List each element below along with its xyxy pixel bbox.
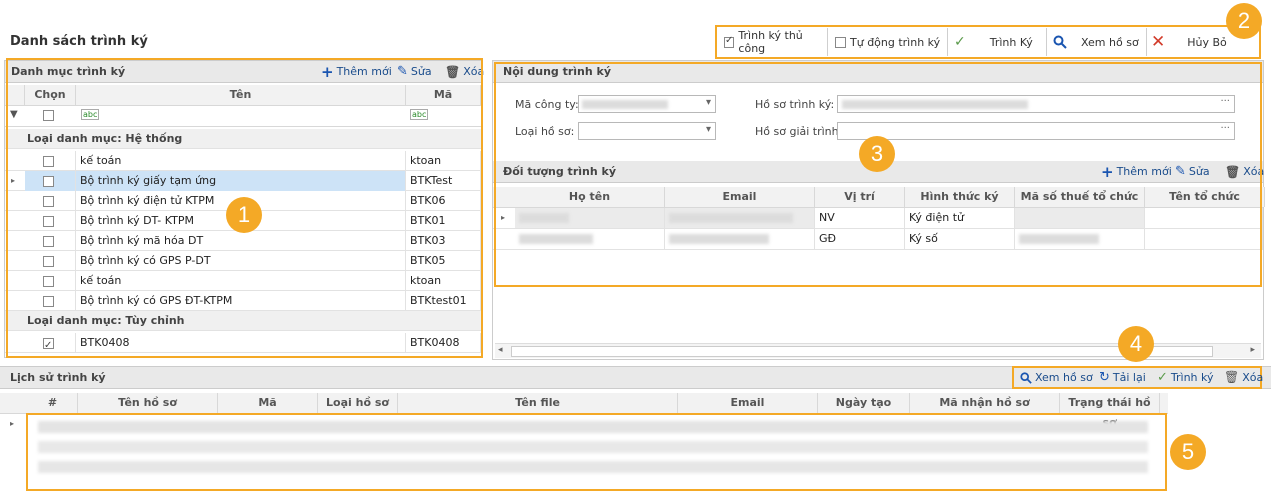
history-column[interactable]: # [28, 393, 78, 413]
search-icon [1020, 371, 1032, 384]
search-icon [1053, 35, 1067, 49]
auto-sign-toggle[interactable]: Tự động trình ký [835, 28, 948, 56]
history-reload-button[interactable]: ↻ Tải lại [1099, 370, 1146, 385]
highlight-5 [26, 413, 1167, 491]
history-column[interactable]: Tên hồ sơ [78, 393, 218, 413]
history-column[interactable]: Ngày tạo [818, 393, 910, 413]
history-view-button[interactable]: Xem hồ sơ [1020, 371, 1093, 384]
badge-5: 5 [1170, 434, 1206, 470]
history-column[interactable]: Trạng thái hồ sơ [1060, 393, 1160, 429]
history-column[interactable]: Loại hồ sơ [318, 393, 398, 413]
badge-2: 2 [1226, 3, 1262, 39]
auto-sign-checkbox[interactable] [835, 36, 846, 48]
row-indicator-icon: ▸ [10, 419, 15, 428]
history-sign-button[interactable]: ✓ Trình ký [1157, 370, 1214, 385]
badge-1: 1 [226, 197, 262, 233]
scroll-right-icon[interactable]: ▸ [1250, 345, 1255, 355]
badge-4: 4 [1118, 326, 1154, 362]
history-column[interactable]: Mã nhận hồ sơ [910, 393, 1060, 413]
history-column[interactable]: Email [678, 393, 818, 413]
trash-icon: 🗑 [1224, 370, 1240, 384]
scrollbar-thumb[interactable] [511, 346, 1213, 357]
view-file-button[interactable]: Xem hồ sơ [1047, 28, 1147, 56]
manual-sign-toggle[interactable]: Trình ký thủ công [724, 28, 828, 56]
highlight-3 [494, 62, 1262, 287]
close-icon: ✕ [1151, 32, 1166, 52]
check-icon: ✓ [1157, 370, 1168, 385]
history-delete-button[interactable]: 🗑 Xóa [1224, 370, 1263, 384]
badge-3: 3 [859, 136, 895, 172]
sign-button[interactable]: ✓ Trình Ký [948, 28, 1047, 56]
page-title: Danh sách trình ký [10, 34, 148, 49]
history-column[interactable]: Mã [218, 393, 318, 413]
scroll-left-icon[interactable]: ◂ [498, 345, 503, 355]
manual-sign-checkbox[interactable] [724, 35, 735, 48]
history-grid-header: # Tên hồ sơ Mã Loại hồ sơ Tên file Email Ngày … [0, 393, 1168, 429]
history-column[interactable]: Tên file [398, 393, 678, 413]
check-icon: ✓ [954, 34, 966, 50]
refresh-icon: ↻ [1099, 370, 1110, 385]
